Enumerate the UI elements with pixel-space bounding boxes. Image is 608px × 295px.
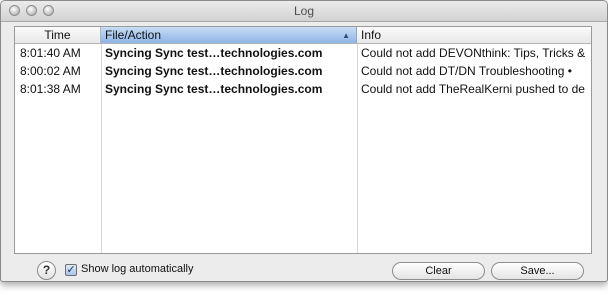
- save-button[interactable]: Save...: [491, 262, 584, 280]
- table-row[interactable]: 8:01:40 AM Syncing Sync test…technologie…: [15, 44, 591, 62]
- info-cell: Could not add TheRealKerni pushed to de: [361, 82, 585, 96]
- file-action-cell: Syncing Sync test…technologies.com: [105, 46, 323, 60]
- window-title: Log: [293, 4, 315, 18]
- column-header-file-action[interactable]: File/Action ▲: [101, 27, 357, 44]
- file-action-cell: Syncing Sync test…technologies.com: [105, 82, 323, 96]
- time-cell: 8:01:38 AM: [20, 82, 81, 96]
- column-header-file-action-label: File/Action: [105, 28, 162, 42]
- show-log-checkbox[interactable]: ✓: [65, 264, 77, 276]
- time-cell: 8:00:02 AM: [20, 64, 81, 78]
- log-table[interactable]: Time File/Action ▲ Info 8:01:40 AM Synci…: [14, 26, 592, 254]
- info-cell: Could not add DEVONthink: Tips, Tricks &: [361, 46, 586, 60]
- log-window: Log Time File/Action ▲ Info 8:01:40 AM S…: [0, 0, 608, 282]
- file-action-cell: Syncing Sync test…technologies.com: [105, 64, 323, 78]
- clear-button[interactable]: Clear: [392, 262, 485, 280]
- sort-ascending-icon: ▲: [342, 31, 350, 40]
- info-cell: Could not add DT/DN Troubleshooting •: [361, 64, 572, 78]
- table-row[interactable]: 8:00:02 AM Syncing Sync test…technologie…: [15, 62, 591, 80]
- column-header-time[interactable]: Time: [15, 27, 101, 44]
- title-bar: Log: [1, 1, 607, 22]
- column-header-info[interactable]: Info: [357, 27, 591, 44]
- bottom-bar: ? ✓ Show log automatically Clear Save...: [1, 257, 607, 281]
- table-row[interactable]: 8:01:38 AM Syncing Sync test…technologie…: [15, 80, 591, 98]
- show-log-label[interactable]: Show log automatically: [81, 263, 194, 275]
- help-button[interactable]: ?: [37, 261, 56, 280]
- time-cell: 8:01:40 AM: [20, 46, 81, 60]
